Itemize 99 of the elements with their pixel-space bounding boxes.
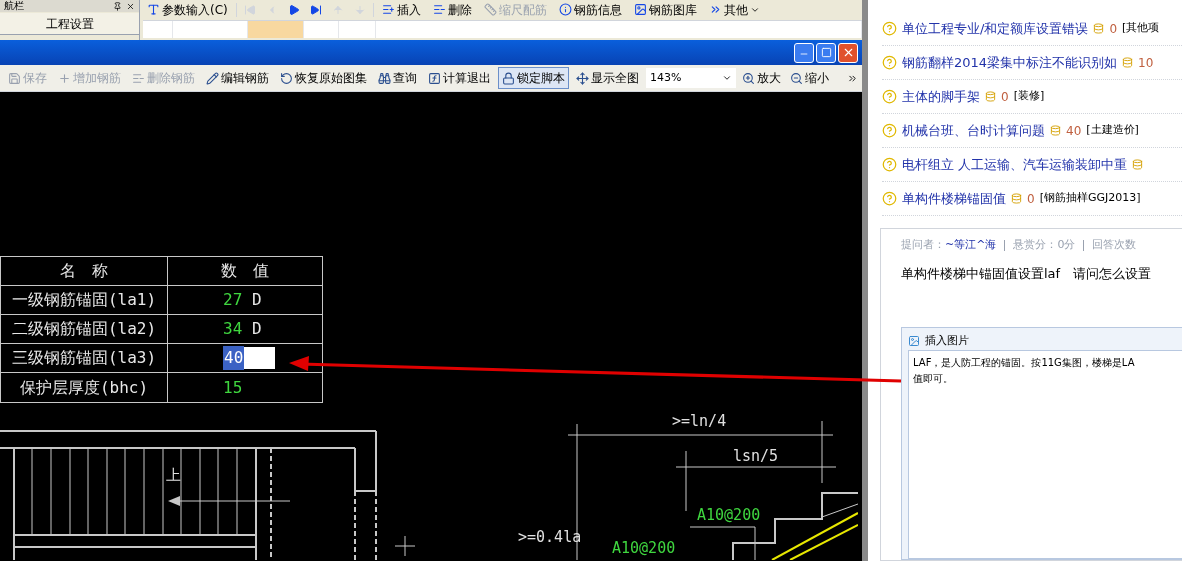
- question-link[interactable]: 单位工程专业/和定额库设置错误: [902, 18, 1089, 39]
- insert-image-button[interactable]: 插入图片: [908, 332, 969, 350]
- table-cell: 保护层厚度(bhc): [1, 373, 168, 402]
- category-tag: [土建造价]: [1086, 122, 1139, 139]
- drawing-label: A10@200: [612, 540, 676, 556]
- answer-text: 值即可。: [913, 372, 954, 386]
- question-link[interactable]: 机械台班、台时计算问题: [902, 120, 1045, 141]
- coin-stack-icon: [1050, 125, 1061, 136]
- toolbar-button[interactable]: 钢筋信息: [554, 0, 626, 19]
- drawing-label: 上: [166, 467, 181, 483]
- coin-stack-icon: [1122, 57, 1134, 68]
- maximize-icon: [820, 47, 832, 58]
- table-cell: 一级钢筋锚固(la1): [1, 286, 168, 314]
- panel-title: 航栏: [4, 1, 24, 11]
- toolbar-button[interactable]: 放大: [739, 67, 784, 89]
- toolbar-button[interactable]: 编辑钢筋: [202, 67, 273, 89]
- table-cell-text: 27 D: [223, 289, 262, 311]
- insert-row-icon: [381, 3, 395, 16]
- reward-score: 10: [1138, 54, 1154, 72]
- value-input[interactable]: 40: [223, 347, 275, 369]
- toolbar-button[interactable]: 显示全图: [572, 67, 643, 89]
- question-link[interactable]: 电杆组立 人工运输、汽车运输装卸中重: [902, 154, 1128, 175]
- category-tag: [其他项: [1122, 20, 1160, 37]
- function-icon: [428, 71, 441, 85]
- toolbar-button[interactable]: 缩小: [787, 67, 832, 89]
- category-tag: [钢筋抽样GGJ2013]: [1039, 190, 1141, 207]
- image-icon: [908, 335, 920, 347]
- arrow-down-icon: [353, 3, 366, 16]
- table-cell-text: 15: [223, 376, 243, 399]
- zoom-in-icon: [742, 71, 755, 85]
- drawing-label: >=ln/4: [672, 413, 727, 429]
- question-body: 单构件楼梯中锚固值设置laf 请问怎么设置: [901, 264, 1153, 283]
- delete-row-icon: [132, 71, 145, 85]
- toolbar-button[interactable]: 查询: [374, 67, 421, 89]
- caret-icon: [722, 73, 732, 83]
- pencil-icon: [206, 71, 219, 85]
- question-icon: [882, 157, 897, 172]
- coin-stack-icon: [1132, 159, 1144, 170]
- toolbar-button[interactable]: 计算退出: [424, 67, 495, 89]
- text-cursor-icon: [147, 3, 160, 16]
- play-icon: [287, 3, 300, 16]
- save-icon: [8, 71, 21, 85]
- toolbar-button[interactable]: 参数输入(C): [143, 0, 232, 19]
- toolbar-button[interactable]: 插入: [377, 0, 425, 19]
- coin-stack-icon: [1011, 193, 1022, 204]
- column-header: 数 值: [220, 260, 270, 282]
- drawing-label: lsn/5: [733, 448, 779, 464]
- toolbar-button[interactable]: 锁定脚本: [498, 67, 569, 89]
- drawing-label: >=0.4la: [518, 529, 582, 545]
- ruler-icon: [483, 3, 497, 16]
- project-settings-button[interactable]: 工程设置: [0, 13, 139, 35]
- reward-score: 0: [1109, 20, 1118, 38]
- skip-forward-icon: [309, 3, 322, 16]
- reward-score: 40: [1066, 122, 1082, 140]
- zoom-out-icon: [790, 71, 803, 85]
- answer-count-label: 回答次数: [1092, 237, 1137, 253]
- question-icon: [882, 191, 897, 206]
- move-icon: [576, 71, 589, 85]
- toolbar-button[interactable]: 删除: [428, 0, 476, 19]
- binoculars-icon: [378, 71, 391, 85]
- zoom-dropdown[interactable]: 143%: [646, 68, 736, 88]
- table-cell: 二级钢筋锚固(la2): [1, 315, 168, 343]
- table-cell-text: 34 D: [223, 318, 262, 340]
- coin-stack-icon: [985, 91, 996, 102]
- toolbar-button[interactable]: 恢复原始图集: [276, 67, 371, 89]
- answer-text: LAF，是人防工程的锚固。按11G集图，楼梯是LA: [913, 356, 1136, 370]
- question-icon: [882, 123, 897, 138]
- toolbar-button[interactable]: 其他: [704, 0, 764, 19]
- column-header: 名 称: [1, 257, 168, 285]
- question-link[interactable]: 单构件楼梯锚固值: [902, 188, 1006, 209]
- arrow-up-icon: [331, 3, 344, 16]
- close-icon[interactable]: [126, 1, 135, 11]
- drawing-label: A10@200: [697, 507, 761, 523]
- skip-back-icon: [243, 3, 256, 16]
- plus-icon: [58, 71, 71, 85]
- asker-label: 提问者：~等江^海: [901, 237, 997, 253]
- category-tag: [装修]: [1013, 88, 1045, 105]
- delete-row-icon: [432, 3, 446, 16]
- reward-score: 0: [1001, 88, 1009, 106]
- reward-score: 0: [1027, 190, 1035, 208]
- lock-icon: [502, 71, 515, 85]
- table-cell: 三级钢筋锚固(la3): [1, 344, 168, 372]
- restore-icon: [280, 71, 293, 85]
- coin-stack-icon: [1093, 23, 1105, 34]
- question-icon: [882, 55, 897, 70]
- question-link[interactable]: 主体的脚手架: [902, 86, 980, 107]
- reward-label: 悬赏分：0分: [1013, 237, 1076, 253]
- image-icon: [633, 3, 647, 16]
- question-icon: [882, 21, 897, 36]
- grid-cell[interactable]: [248, 21, 304, 38]
- maximize-button[interactable]: [816, 42, 836, 63]
- info-icon: [558, 3, 572, 16]
- question-link[interactable]: 钢筋翻样2014梁集中标注不能识别如: [902, 52, 1118, 73]
- close-button[interactable]: [838, 42, 858, 63]
- question-icon: [882, 89, 897, 104]
- minimize-button[interactable]: [794, 42, 814, 63]
- pin-icon[interactable]: [113, 1, 122, 11]
- toolbar-button[interactable]: 钢筋图库: [629, 0, 701, 19]
- answer-input[interactable]: LAF，是人防工程的锚固。按11G集图，楼梯是LA 值即可。: [908, 350, 1182, 559]
